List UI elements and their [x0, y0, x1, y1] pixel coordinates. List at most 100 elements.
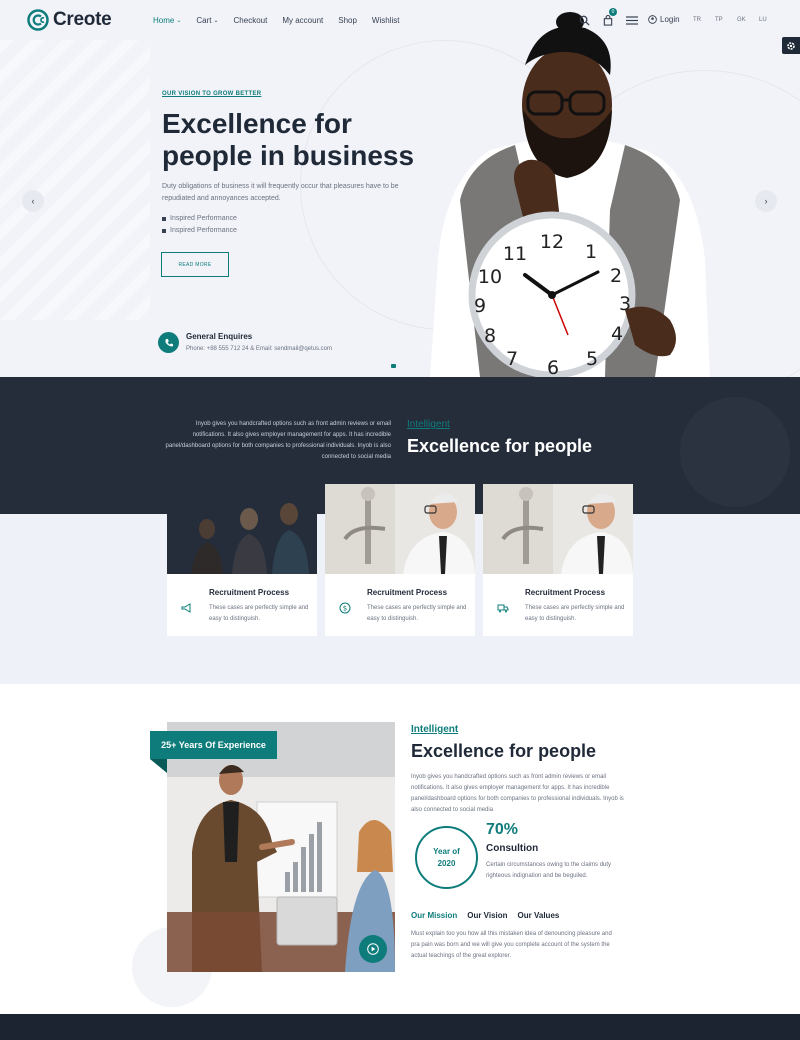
- hero-person-with-clock-image: 12 1 2 3 4 5 6 7 8 9 10 11: [430, 12, 710, 377]
- enquire-contact: Phone: +88 555 712 24 & Email: sendmail@…: [186, 346, 333, 352]
- svg-text:8: 8: [484, 325, 496, 347]
- creote-logo-icon: [27, 9, 49, 31]
- enquire-title: General Enquires: [186, 332, 253, 341]
- gear-icon: [787, 41, 795, 50]
- intro-title: Excellence for people: [407, 436, 593, 456]
- consultation-percent: 70%: [486, 821, 519, 838]
- intro-text: Inyob gives you handcrafted options such…: [165, 421, 391, 460]
- language-option[interactable]: TR: [693, 17, 715, 23]
- hamburger-icon: [626, 15, 638, 25]
- menu-item-wishlist[interactable]: Wishlist: [372, 16, 400, 25]
- about-description: Inyob gives you handcrafted options such…: [411, 774, 624, 813]
- experience-badge: 25+ Years Of Experience: [150, 731, 277, 759]
- mission-tabs: Our Mission Our Vision Our Values: [411, 911, 559, 920]
- consultation-text: Certain circumstances owing to the claim…: [486, 862, 612, 879]
- tab-our-values[interactable]: Our Values: [518, 911, 560, 920]
- about-tag: Intelligent: [411, 724, 459, 735]
- presentation-photo: [167, 722, 395, 972]
- megaphone-icon: [181, 603, 191, 613]
- businessman-photo: [483, 484, 633, 574]
- enquire-icon-wrap: [158, 332, 179, 353]
- svg-text:2: 2: [610, 265, 622, 287]
- menu-label: Wishlist: [371, 16, 400, 25]
- service-card[interactable]: Recruitment Process These cases are perf…: [167, 484, 317, 636]
- login-link[interactable]: Login: [648, 15, 680, 24]
- language-switcher: TR TP GK LU: [693, 17, 781, 23]
- intro-tag: Intelligent: [407, 419, 450, 430]
- chevron-left-icon: ‹: [31, 196, 35, 206]
- chevron-down-icon: ⌄: [176, 18, 182, 24]
- menu-item-checkout[interactable]: Checkout: [234, 16, 268, 25]
- language-option[interactable]: LU: [759, 17, 781, 23]
- svg-text:11: 11: [503, 243, 527, 265]
- hero-bullet-list: Inspired Performance Inspired Performanc…: [162, 213, 237, 237]
- hero-slider: 12 1 2 3 4 5 6 7 8 9 10 11 Creote Home ⌄…: [0, 0, 800, 377]
- truck-icon: [497, 604, 509, 613]
- meeting-photo: [167, 484, 317, 574]
- menu-label: Home: [153, 16, 175, 25]
- slider-prev-button[interactable]: ‹: [22, 190, 44, 212]
- bag-icon: [603, 14, 613, 26]
- slider-next-button[interactable]: ›: [755, 190, 777, 212]
- founded-year-ring: Year of 2020: [415, 826, 478, 889]
- svg-text:4: 4: [611, 323, 623, 345]
- language-option[interactable]: TP: [715, 17, 737, 23]
- svg-text:12: 12: [540, 231, 564, 253]
- search-icon: [579, 15, 590, 26]
- brand-logo[interactable]: Creote: [27, 9, 112, 31]
- svg-text:9: 9: [474, 295, 486, 317]
- read-more-button[interactable]: READ MORE: [161, 252, 229, 277]
- svg-text:10: 10: [478, 266, 502, 288]
- service-card[interactable]: Recruitment Process These cases are perf…: [483, 484, 633, 636]
- menu-item-cart[interactable]: Cart ⌄: [196, 16, 218, 25]
- menu-toggle-button[interactable]: [625, 13, 639, 27]
- menu-label: Shop: [338, 16, 357, 25]
- menu-label: Checkout: [233, 16, 268, 25]
- hero-pattern: [0, 40, 150, 320]
- service-card[interactable]: $ Recruitment Process These cases are pe…: [325, 484, 475, 636]
- svg-text:5: 5: [586, 348, 598, 370]
- card-title: Recruitment Process: [209, 588, 290, 597]
- settings-panel-toggle[interactable]: [782, 37, 800, 54]
- hero-description: Duty obligations of business it will fre…: [162, 183, 399, 202]
- card-text: These cases are perfectly simple and eas…: [209, 605, 309, 622]
- dollar-icon: $: [339, 602, 351, 614]
- play-icon: [367, 943, 379, 955]
- year-label: Year of: [433, 846, 460, 856]
- menu-item-home[interactable]: Home ⌄: [153, 16, 181, 25]
- svg-text:7: 7: [506, 348, 518, 370]
- svg-text:1: 1: [585, 241, 597, 263]
- header-actions: 0: [577, 8, 639, 27]
- card-title: Recruitment Process: [367, 588, 448, 597]
- menu-item-my-account[interactable]: My account: [282, 16, 323, 25]
- mission-text: Must explain too you how all this mistak…: [411, 931, 612, 959]
- about-title: Excellence for people: [411, 741, 597, 761]
- cart-count-badge: 0: [609, 8, 617, 16]
- badge-fold-decoration: [150, 759, 167, 773]
- cart-button[interactable]: 0: [601, 8, 617, 27]
- svg-text:$: $: [343, 605, 347, 613]
- hero-bullet: Inspired Performance: [162, 225, 237, 237]
- next-section-strip: [0, 1014, 800, 1040]
- brand-name: Creote: [53, 9, 112, 30]
- main-menu: Home ⌄ Cart ⌄ Checkout My account Shop Wis…: [153, 16, 414, 25]
- tab-our-vision[interactable]: Our Vision: [467, 911, 507, 920]
- search-button[interactable]: [577, 13, 591, 27]
- card-text: These cases are perfectly simple and eas…: [525, 605, 625, 622]
- menu-item-shop[interactable]: Shop: [338, 16, 357, 25]
- menu-label: Cart: [196, 16, 212, 25]
- hero-title: Excellence for people in business: [162, 108, 415, 171]
- top-navigation: Creote Home ⌄ Cart ⌄ Checkout My account S…: [0, 0, 800, 42]
- tab-our-mission[interactable]: Our Mission: [411, 911, 457, 920]
- user-circle-icon: [648, 15, 657, 24]
- menu-label: My account: [282, 16, 324, 25]
- card-title: Recruitment Process: [525, 588, 606, 597]
- chevron-right-icon: ›: [764, 196, 768, 206]
- video-play-button[interactable]: [359, 935, 387, 963]
- background-circle-decoration: [680, 397, 790, 507]
- slider-dot-active[interactable]: [391, 364, 396, 368]
- consultation-label: Consultion: [486, 843, 539, 854]
- hero-bullet: Inspired Performance: [162, 213, 237, 225]
- language-option[interactable]: GK: [737, 17, 759, 23]
- chevron-down-icon: ⌄: [213, 18, 219, 24]
